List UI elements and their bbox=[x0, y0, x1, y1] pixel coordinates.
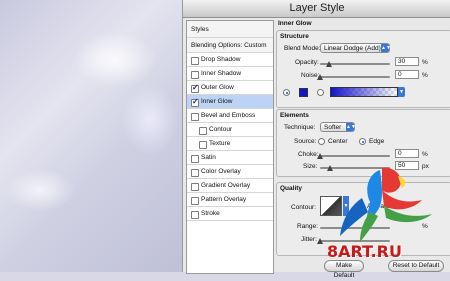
inner-glow-checkbox[interactable] bbox=[191, 97, 199, 107]
quality-heading: Quality bbox=[280, 185, 303, 192]
color-overlay-checkbox[interactable] bbox=[191, 169, 199, 177]
stroke-checkbox[interactable] bbox=[191, 211, 199, 219]
style-item-satin[interactable]: Satin bbox=[187, 151, 273, 165]
style-item-label: Pattern Overlay bbox=[201, 196, 247, 203]
style-item-label: Inner Shadow bbox=[201, 70, 242, 77]
reset-to-default-button[interactable]: Reset to Default bbox=[388, 260, 444, 272]
style-item-label: Stroke bbox=[201, 210, 220, 217]
style-item-inner-shadow[interactable]: Inner Shadow bbox=[187, 67, 273, 81]
parrot-tail-feather bbox=[360, 212, 378, 242]
structure-heading: Structure bbox=[280, 33, 309, 40]
noise-unit: % bbox=[422, 72, 428, 79]
style-item-label: Drop Shadow bbox=[201, 56, 241, 63]
noise-input[interactable]: 0 bbox=[395, 70, 419, 79]
glow-color-swatch[interactable] bbox=[299, 88, 308, 97]
blend-mode-value: Linear Dodge (Add) bbox=[324, 45, 381, 52]
texture-checkbox[interactable] bbox=[199, 141, 207, 149]
dialog-title: Layer Style bbox=[289, 2, 345, 14]
choke-slider[interactable] bbox=[320, 155, 390, 157]
glow-gradient-picker[interactable] bbox=[330, 87, 398, 97]
style-item-drop-shadow[interactable]: Drop Shadow bbox=[187, 53, 273, 67]
choke-input[interactable]: 0 bbox=[395, 149, 419, 158]
contour-checkbox[interactable] bbox=[199, 127, 207, 135]
source-center-radio[interactable] bbox=[318, 138, 325, 145]
parrot-head bbox=[382, 167, 401, 193]
styles-header-label: Styles bbox=[191, 26, 209, 33]
style-item-label: Outer Glow bbox=[201, 84, 234, 91]
inner-shadow-checkbox[interactable] bbox=[191, 71, 199, 79]
chevron-down-icon[interactable]: ▼ bbox=[398, 87, 405, 97]
parrot-body bbox=[382, 190, 422, 210]
satin-checkbox[interactable] bbox=[191, 155, 199, 163]
make-default-button[interactable]: Make Default bbox=[324, 260, 364, 279]
source-edge-radio[interactable] bbox=[359, 138, 366, 145]
blending-options-item[interactable]: Blending Options: Custom bbox=[187, 38, 273, 53]
range-label: Range: bbox=[297, 223, 318, 230]
style-item-label: Bevel and Emboss bbox=[201, 112, 256, 119]
noise-slider[interactable] bbox=[320, 76, 390, 78]
choke-label: Choke: bbox=[298, 151, 319, 158]
jitter-label: Jitter: bbox=[301, 236, 317, 243]
technique-value: Softer bbox=[324, 124, 342, 131]
style-item-stroke[interactable]: Stroke bbox=[187, 207, 273, 221]
glow-color-radio[interactable] bbox=[283, 89, 290, 96]
style-item-inner-glow[interactable]: Inner Glow bbox=[187, 95, 273, 109]
glow-gradient-radio[interactable] bbox=[317, 89, 324, 96]
blend-mode-label: Blend Mode: bbox=[284, 45, 321, 52]
source-center-label: Center bbox=[328, 138, 348, 145]
outer-glow-checkbox[interactable] bbox=[191, 83, 199, 93]
elements-heading: Elements bbox=[280, 112, 309, 119]
style-item-label: Contour bbox=[209, 126, 233, 133]
style-item-contour[interactable]: Contour bbox=[187, 123, 273, 137]
bevel-emboss-checkbox[interactable] bbox=[191, 113, 199, 121]
style-item-texture[interactable]: Texture bbox=[187, 137, 273, 151]
style-item-color-overlay[interactable]: Color Overlay bbox=[187, 165, 273, 179]
title-bar[interactable]: Layer Style bbox=[183, 0, 450, 18]
chevron-down-icon: ▲▼ bbox=[381, 44, 391, 52]
style-item-bevel-emboss[interactable]: Bevel and Emboss bbox=[187, 109, 273, 123]
opacity-label: Opacity: bbox=[295, 59, 319, 66]
panel-title: Inner Glow bbox=[278, 20, 312, 27]
styles-header[interactable]: Styles bbox=[187, 21, 273, 38]
style-item-gradient-overlay[interactable]: Gradient Overlay bbox=[187, 179, 273, 193]
blend-mode-select[interactable]: Linear Dodge (Add) ▲▼ bbox=[320, 43, 391, 53]
structure-group: Structure Blend Mode: Linear Dodge (Add)… bbox=[276, 30, 450, 108]
style-item-label: Inner Glow bbox=[201, 98, 233, 105]
style-item-outer-glow[interactable]: Outer Glow bbox=[187, 81, 273, 95]
document-canvas bbox=[0, 0, 182, 272]
opacity-unit: % bbox=[422, 59, 428, 66]
style-item-label: Color Overlay bbox=[201, 168, 241, 175]
size-label: Size: bbox=[303, 163, 318, 170]
parrot-logo-illustration bbox=[340, 167, 432, 242]
style-item-label: Satin bbox=[201, 154, 216, 161]
style-item-label: Texture bbox=[209, 140, 231, 147]
chevron-down-icon: ▲▼ bbox=[346, 123, 356, 131]
opacity-slider-thumb[interactable] bbox=[326, 61, 332, 67]
noise-slider-thumb[interactable] bbox=[317, 74, 323, 80]
choke-unit: % bbox=[422, 151, 428, 158]
contour-label: Contour: bbox=[291, 204, 316, 211]
pattern-overlay-checkbox[interactable] bbox=[191, 197, 199, 205]
opacity-input[interactable]: 30 bbox=[395, 57, 419, 66]
drop-shadow-checkbox[interactable] bbox=[191, 57, 199, 65]
technique-select[interactable]: Softer ▲▼ bbox=[320, 122, 356, 132]
watermark-logo: 8ART.RU bbox=[327, 242, 402, 261]
choke-slider-thumb[interactable] bbox=[317, 153, 323, 159]
source-label: Source: bbox=[294, 138, 317, 145]
style-item-pattern-overlay[interactable]: Pattern Overlay bbox=[187, 193, 273, 207]
gradient-overlay-checkbox[interactable] bbox=[191, 183, 199, 191]
technique-label: Technique: bbox=[284, 124, 316, 131]
styles-list: Styles Blending Options: Custom Drop Sha… bbox=[186, 20, 274, 274]
source-edge-label: Edge bbox=[369, 138, 385, 145]
style-item-label: Gradient Overlay bbox=[201, 182, 251, 189]
blending-options-label: Blending Options: Custom bbox=[191, 42, 267, 49]
